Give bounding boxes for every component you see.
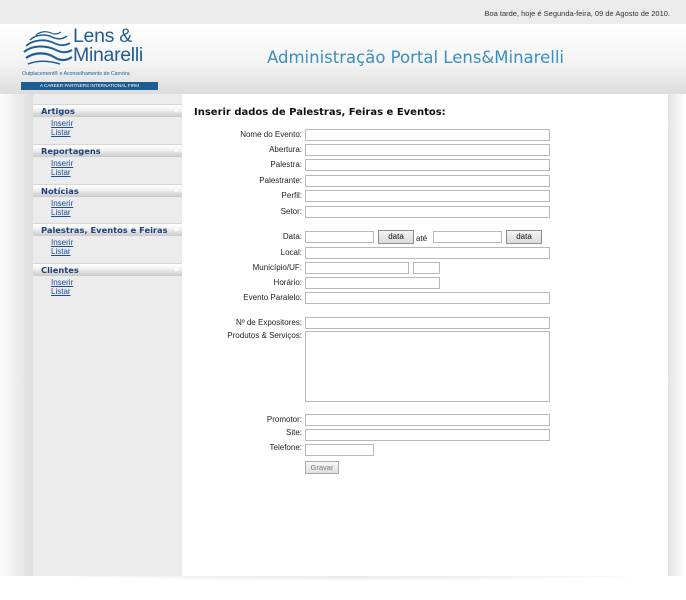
label-municipio: Município/UF: (252, 263, 302, 272)
label-palestra: Palestra: (270, 160, 302, 169)
label-promotor: Promotor: (266, 415, 302, 424)
produtos-servicos-textarea[interactable] (305, 331, 550, 402)
sidebar-header-palestras[interactable]: Palestras, Eventos e Feiras (33, 223, 182, 236)
palestrante-input[interactable] (305, 175, 550, 187)
data-fim-button[interactable]: data (506, 230, 542, 244)
sidebar-link-artigos-inserir[interactable]: Inserir (51, 119, 73, 128)
label-local: Local: (280, 248, 302, 257)
label-ate: até (416, 234, 428, 243)
sidebar-link-noticias-listar[interactable]: Listar (51, 208, 71, 217)
sidebar-link-artigos-listar[interactable]: Listar (51, 128, 71, 137)
save-button[interactable]: Gravar (305, 461, 339, 474)
greeting-text: Boa tarde, hoje é Segunda-feira, 09 de A… (484, 9, 670, 18)
logo-firm-banner: A CAREER PARTNERS INTERNATIONAL FIRM (21, 82, 158, 90)
sidebar-header-reportagens[interactable]: Reportagens (33, 144, 182, 157)
site-input[interactable] (305, 429, 550, 441)
horario-input[interactable] (305, 277, 440, 289)
sidebar-header-label: Clientes (41, 265, 79, 275)
abertura-input[interactable] (305, 144, 550, 156)
collapse-icon (175, 228, 178, 231)
sidebar-header-noticias[interactable]: Notícias (33, 184, 182, 197)
perfil-input[interactable] (305, 190, 550, 202)
uf-input[interactable] (413, 262, 440, 274)
label-telefone: Telefone: (269, 443, 302, 452)
label-nome-evento: Nome do Evento: (240, 130, 302, 139)
label-data: Data: (282, 232, 302, 241)
page-title: Administração Portal Lens&Minarelli (267, 48, 564, 67)
setor-input[interactable] (305, 206, 550, 218)
data-fim-input[interactable] (433, 231, 502, 243)
sidebar-link-clientes-listar[interactable]: Listar (51, 287, 71, 296)
sidebar-section-clientes: Clientes Inserir Listar (33, 263, 182, 296)
sidebar-section-palestras: Palestras, Eventos e Feiras Inserir List… (33, 223, 182, 256)
right-frame (668, 94, 686, 600)
sidebar-header-label: Notícias (41, 186, 79, 196)
telefone-input[interactable] (305, 444, 374, 456)
sidebar-link-noticias-inserir[interactable]: Inserir (51, 199, 73, 208)
sidebar-header-artigos[interactable]: Artigos (33, 104, 182, 117)
expositores-input[interactable] (305, 317, 550, 329)
top-bar: Boa tarde, hoje é Segunda-feira, 09 de A… (0, 0, 686, 24)
collapse-icon (175, 109, 178, 112)
collapse-icon (175, 149, 178, 152)
sidebar-link-palestras-listar[interactable]: Listar (51, 247, 71, 256)
sidebar-header-clientes[interactable]: Clientes (33, 263, 182, 276)
form-title: Inserir dados de Palestras, Feiras e Eve… (194, 107, 446, 118)
label-perfil: Perfil: (281, 191, 302, 200)
evento-paralelo-input[interactable] (305, 292, 550, 304)
sidebar-link-clientes-inserir[interactable]: Inserir (51, 278, 73, 287)
label-setor: Setor: (280, 207, 302, 216)
data-inicio-button[interactable]: data (378, 230, 414, 244)
label-evento-paralelo: Evento Paralelo: (243, 293, 302, 302)
collapse-icon (175, 189, 178, 192)
left-frame (0, 94, 33, 600)
sidebar-link-reportagens-listar[interactable]: Listar (51, 168, 71, 177)
logo-line-2: Minarelli (73, 44, 143, 66)
logo-tagline: Outplacement® e Aconselhamento de Carrei… (22, 71, 130, 77)
sidebar-section-noticias: Notícias Inserir Listar (33, 184, 182, 217)
label-expositores: Nº de Expositores: (235, 318, 302, 327)
logo-swoosh-icon (23, 31, 73, 65)
sidebar-section-artigos: Artigos Inserir Listar (33, 104, 182, 137)
sidebar: Artigos Inserir Listar Reportagens Inser… (33, 94, 182, 576)
municipio-input[interactable] (305, 262, 409, 274)
data-inicio-input[interactable] (305, 231, 374, 243)
nome-evento-input[interactable] (305, 129, 550, 141)
label-site: Site: (285, 428, 302, 437)
sidebar-section-reportagens: Reportagens Inserir Listar (33, 144, 182, 177)
logo-wordmark: Lens & Minarelli (73, 26, 143, 66)
sidebar-header-label: Palestras, Eventos e Feiras (41, 225, 168, 235)
local-input[interactable] (305, 247, 550, 259)
sidebar-link-palestras-inserir[interactable]: Inserir (51, 238, 73, 247)
label-palestrante: Palestrante: (259, 176, 302, 185)
label-horario: Horário: (273, 278, 302, 287)
label-produtos: Produtos & Serviços: (227, 331, 302, 340)
palestra-input[interactable] (305, 159, 550, 171)
sidebar-header-label: Artigos (41, 106, 75, 116)
sidebar-header-label: Reportagens (41, 146, 101, 156)
sidebar-link-reportagens-inserir[interactable]: Inserir (51, 159, 73, 168)
label-abertura: Abertura: (269, 145, 302, 154)
company-logo[interactable]: Lens & Minarelli Outplacement® e Aconsel… (20, 26, 162, 92)
collapse-icon (175, 268, 178, 271)
promotor-input[interactable] (305, 414, 550, 426)
